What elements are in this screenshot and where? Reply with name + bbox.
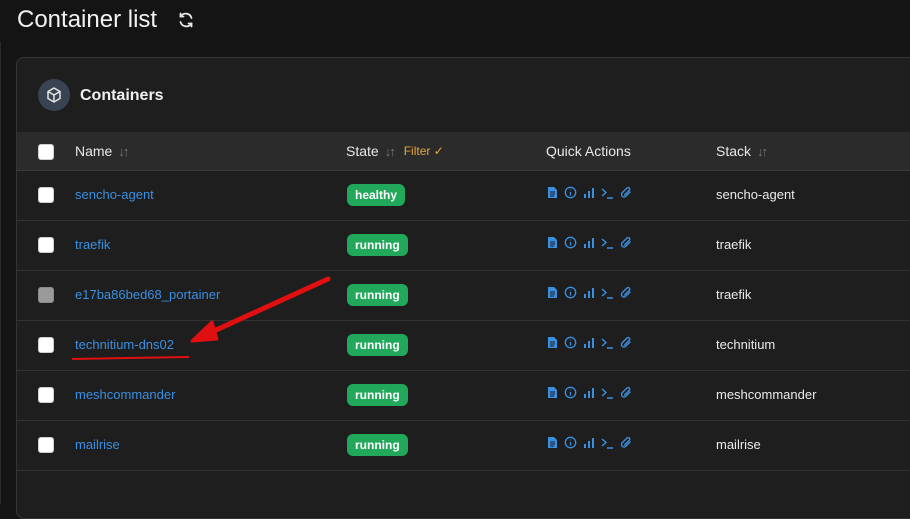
refresh-icon[interactable] (176, 10, 196, 30)
quick-actions (547, 436, 632, 449)
page-divider (0, 42, 1, 504)
column-stack-label: Stack (716, 143, 752, 159)
stats-icon[interactable] (583, 387, 595, 399)
stack-name: sencho-agent (716, 187, 795, 202)
quick-actions (547, 236, 632, 249)
status-badge: running (347, 234, 408, 256)
console-icon[interactable] (601, 387, 614, 399)
filter-button[interactable]: Filter ✓ (404, 144, 444, 158)
stats-icon[interactable] (583, 187, 595, 199)
console-icon[interactable] (601, 287, 614, 299)
logs-icon[interactable] (547, 186, 558, 199)
page-title: Container list (17, 6, 158, 33)
stats-icon[interactable] (583, 437, 595, 449)
filter-label: Filter (403, 144, 431, 158)
table-row: meshcommander running meshcommander (17, 370, 910, 421)
table-row: e17ba86bed68_portainer running traefik (17, 270, 910, 321)
stack-name: mailrise (716, 437, 761, 452)
stack-name: traefik (716, 237, 752, 252)
stats-icon[interactable] (583, 337, 595, 349)
stack-name: traefik (716, 287, 752, 302)
quick-actions (547, 336, 632, 349)
quick-actions (547, 186, 632, 199)
container-name-link[interactable]: meshcommander (75, 387, 175, 402)
logs-icon[interactable] (547, 336, 558, 349)
row-checkbox[interactable] (38, 237, 54, 253)
status-badge: running (347, 284, 408, 306)
cube-icon (38, 79, 70, 111)
quick-actions (547, 386, 632, 399)
sort-icon[interactable]: ↓↑ (118, 144, 129, 159)
column-header-state[interactable]: State ↓↑ Filter ✓ (346, 143, 444, 159)
info-icon[interactable] (564, 286, 577, 299)
row-checkbox[interactable] (38, 337, 54, 353)
sort-icon[interactable]: ↓↑ (385, 144, 396, 159)
row-checkbox[interactable] (38, 437, 54, 453)
logs-icon[interactable] (547, 286, 558, 299)
table-row: traefik running traefik (17, 220, 910, 271)
stats-icon[interactable] (583, 287, 595, 299)
table-row: sencho-agent healthy sencho-agent (17, 170, 910, 221)
container-name-link[interactable]: e17ba86bed68_portainer (75, 287, 220, 302)
logs-icon[interactable] (547, 236, 558, 249)
column-header-name[interactable]: Name ↓↑ (75, 143, 129, 159)
column-name-label: Name (75, 143, 113, 159)
table-header: Name ↓↑ State ↓↑ Filter ✓ Quick Actions … (17, 132, 910, 171)
select-all-checkbox[interactable] (38, 144, 54, 160)
container-name-link[interactable]: sencho-agent (75, 187, 154, 202)
check-icon: ✓ (433, 144, 444, 158)
table-row: technitium-dns02 running technitium (17, 320, 910, 371)
attach-icon[interactable] (620, 186, 632, 199)
console-icon[interactable] (601, 337, 614, 349)
stats-icon[interactable] (583, 237, 595, 249)
stack-name: technitium (716, 337, 776, 352)
stack-name: meshcommander (716, 387, 817, 402)
info-icon[interactable] (564, 336, 577, 349)
column-header-stack[interactable]: Stack ↓↑ (716, 143, 768, 159)
panel-title: Containers (80, 87, 164, 104)
attach-icon[interactable] (620, 236, 632, 249)
row-checkbox[interactable] (38, 287, 54, 303)
table-row: mailrise running mailrise (17, 420, 910, 471)
attach-icon[interactable] (620, 336, 632, 349)
info-icon[interactable] (564, 436, 577, 449)
column-quick-actions-label: Quick Actions (546, 143, 631, 159)
info-icon[interactable] (564, 386, 577, 399)
column-state-label: State (346, 143, 379, 159)
container-name-link[interactable]: mailrise (75, 437, 120, 452)
containers-panel: Containers Name ↓↑ State ↓↑ Filter ✓ Qui… (16, 57, 910, 519)
column-header-quick-actions: Quick Actions (546, 143, 631, 159)
container-name-link[interactable]: technitium-dns02 (75, 337, 174, 352)
attach-icon[interactable] (620, 386, 632, 399)
container-name-link[interactable]: traefik (75, 237, 110, 252)
status-badge: running (347, 334, 408, 356)
logs-icon[interactable] (547, 436, 558, 449)
attach-icon[interactable] (620, 436, 632, 449)
status-badge: healthy (347, 184, 406, 206)
top-bar: Container list (0, 0, 910, 42)
status-badge: running (347, 384, 408, 406)
row-checkbox[interactable] (38, 187, 54, 203)
info-icon[interactable] (564, 186, 577, 199)
sort-icon[interactable]: ↓↑ (757, 144, 768, 159)
row-checkbox[interactable] (38, 387, 54, 403)
console-icon[interactable] (601, 187, 614, 199)
panel-header: Containers (17, 58, 910, 132)
status-badge: running (347, 434, 408, 456)
console-icon[interactable] (601, 237, 614, 249)
logs-icon[interactable] (547, 386, 558, 399)
console-icon[interactable] (601, 437, 614, 449)
quick-actions (547, 286, 632, 299)
attach-icon[interactable] (620, 286, 632, 299)
info-icon[interactable] (564, 236, 577, 249)
